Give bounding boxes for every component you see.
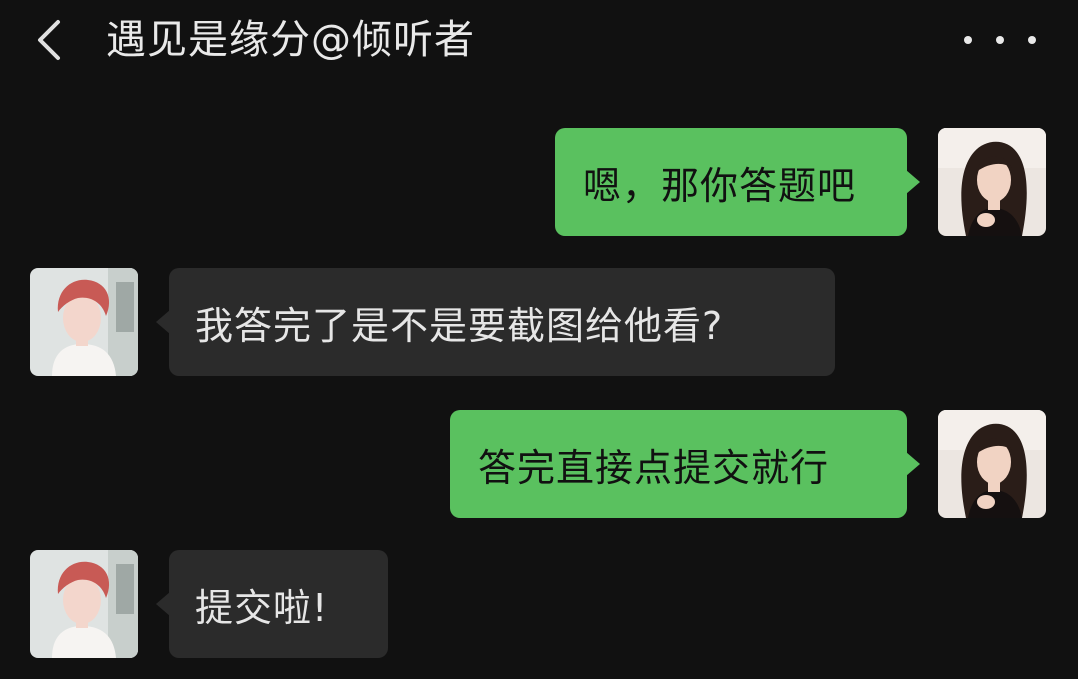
avatar-me[interactable] [938, 410, 1046, 518]
user-photo-icon [938, 128, 1046, 236]
chat-screen: 遇见是缘分@倾听者 嗯，那你答题吧 我答完了是不是要截图给他看? 答完直接点提交… [0, 0, 1078, 679]
back-button[interactable] [28, 14, 76, 66]
message-bubble-incoming[interactable]: 提交啦! [156, 550, 388, 658]
message-text: 提交啦! [195, 585, 329, 630]
chevron-left-icon [38, 20, 60, 60]
message-bubble-outgoing[interactable]: 答完直接点提交就行 [450, 410, 920, 518]
more-options-button[interactable] [964, 22, 1036, 58]
message-text: 嗯，那你答题吧 [583, 163, 857, 208]
message-bubble-outgoing[interactable]: 嗯，那你答题吧 [555, 128, 920, 236]
contact-photo-icon [30, 550, 138, 658]
chat-header: 遇见是缘分@倾听者 [0, 0, 1078, 84]
avatar-other[interactable] [30, 268, 138, 376]
contact-photo-icon [30, 268, 138, 376]
message-text: 答完直接点提交就行 [478, 445, 830, 490]
avatar-other[interactable] [30, 550, 138, 658]
more-dots-icon [964, 36, 972, 44]
message-text: 我答完了是不是要截图给他看? [195, 303, 724, 348]
message-bubble-incoming[interactable]: 我答完了是不是要截图给他看? [156, 268, 835, 376]
user-photo-icon [938, 410, 1046, 518]
chat-title: 遇见是缘分@倾听者 [106, 17, 475, 63]
avatar-me[interactable] [938, 128, 1046, 236]
